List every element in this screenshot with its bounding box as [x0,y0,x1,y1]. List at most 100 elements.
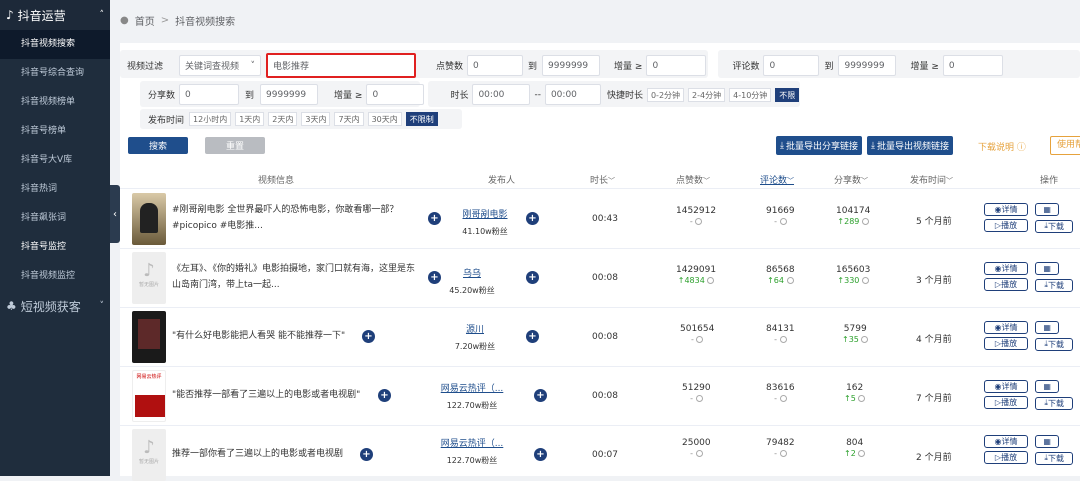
keyword-input[interactable]: 电影推荐 [266,53,417,78]
sidebar-item-bigv-library[interactable]: 抖音号大V库 [0,146,110,175]
publish-30d[interactable]: 30天内 [367,112,402,126]
download-button[interactable]: ⤓ 下载 [1035,396,1074,410]
quick-duration-unlimited[interactable]: 不限 [775,87,800,102]
sidebar-item-video-search[interactable]: 抖音视频搜索 [0,30,110,59]
video-thumbnail[interactable]: 网易云热评 [132,370,166,422]
publisher-link[interactable]: 乌乌 [432,266,512,279]
collapse-sidebar-button[interactable]: ‹ [110,185,120,243]
add-publisher-icon[interactable]: + [526,271,539,284]
thumbnail-caption: 暂无图片 [138,282,159,288]
usage-help-button[interactable]: 使用帮 [1050,136,1080,155]
sidebar-item-rising-words[interactable]: 抖音飙张词 [0,204,110,233]
add-video-icon[interactable]: + [378,389,391,402]
export-video-links-button[interactable]: ⤓ 批量导出视频链接 [867,136,953,155]
comments-max-input[interactable]: 9999999 [838,55,897,76]
download-button[interactable]: ⤓ 下载 [1035,451,1074,465]
sidebar-item-video-monitor[interactable]: 抖音视频监控 [0,262,110,291]
publish-3d[interactable]: 3天内 [301,112,331,126]
qrcode-button[interactable]: ▦ [1035,262,1060,275]
video-thumbnail[interactable] [132,311,166,363]
col-duration[interactable]: 时长﹀ [590,173,615,186]
detail-button[interactable]: ◉ 详情 [984,435,1028,448]
likes-max-input[interactable]: 9999999 [542,55,601,76]
qrcode-button[interactable]: ▦ [1035,321,1060,334]
publish-7d[interactable]: 7天内 [334,112,364,126]
clock-icon [695,218,703,225]
shares-increment-input[interactable]: 0 [366,84,425,105]
publish-12h[interactable]: 12小时内 [189,112,232,126]
video-thumbnail[interactable]: ♪ 暂无图片 [132,252,166,304]
search-button[interactable]: 搜索 [128,137,188,154]
play-button[interactable]: ▷ 播放 [984,219,1028,232]
col-likes[interactable]: 点赞数﹀ [676,173,710,186]
qrcode-button[interactable]: ▦ [1035,203,1060,216]
publish-time-label: 发布时间 [148,115,185,126]
quick-duration-4-10[interactable]: 4-10分钟 [729,87,772,102]
detail-button[interactable]: ◉ 详情 [984,321,1028,334]
qrcode-button[interactable]: ▦ [1035,435,1060,448]
reset-button[interactable]: 重置 [205,137,265,154]
export-share-links-button[interactable]: ⤓ 批量导出分享链接 [776,136,862,155]
publisher-link[interactable]: 刚哥剐电影 [445,207,525,220]
play-button[interactable]: ▷ 播放 [984,337,1028,350]
comments-value: 83616 [766,383,795,393]
sidebar-section-douyin[interactable]: ♪ 抖音运营 ˄ [0,0,110,30]
duration-start-input[interactable]: 00:00 [472,84,531,105]
publisher-link[interactable]: 网易云热评（... [432,436,512,449]
add-publisher-icon[interactable]: + [534,389,547,402]
detail-button[interactable]: ◉ 详情 [984,203,1028,216]
shares-min-input[interactable]: 0 [179,84,240,105]
play-button[interactable]: ▷ 播放 [984,278,1028,291]
play-button[interactable]: ▷ 播放 [984,396,1028,409]
publish-2d[interactable]: 2天内 [268,112,298,126]
likes-increment: - [690,449,693,458]
add-video-icon[interactable]: + [362,330,375,343]
sidebar-item-hot-words[interactable]: 抖音热词 [0,175,110,204]
likes-min-input[interactable]: 0 [467,55,524,76]
comments-increment-input[interactable]: 0 [942,55,1003,76]
publisher-fans: 122.70w粉丝 [446,456,498,465]
duration-end-input[interactable]: 00:00 [544,84,601,105]
comments-cell: 84131- [766,324,795,344]
qrcode-button[interactable]: ▦ [1035,380,1060,393]
quick-duration-2-4[interactable]: 2-4分钟 [688,87,726,102]
clock-icon [858,395,866,402]
breadcrumb-home[interactable]: 首页 [135,13,155,28]
publish-unlimited[interactable]: 不限制 [405,112,438,126]
col-publish-time[interactable]: 发布时间﹀ [910,173,953,186]
video-thumbnail[interactable]: ♪ 暂无图片 [132,429,166,481]
shares-max-input[interactable]: 9999999 [260,84,319,105]
download-button[interactable]: ⤓ 下载 [1035,219,1074,233]
clock-icon [695,450,703,457]
video-thumbnail[interactable] [132,193,166,245]
likes-cell: 501654- [680,324,714,344]
col-shares[interactable]: 分享数﹀ [834,173,868,186]
download-button[interactable]: ⤓ 下载 [1035,278,1074,292]
add-publisher-icon[interactable]: + [526,330,539,343]
add-video-icon[interactable]: + [428,212,441,225]
mode-select[interactable]: 关键词查视频 ˅ [179,55,262,76]
sidebar-item-video-ranking[interactable]: 抖音视频榜单 [0,88,110,117]
download-button[interactable]: ⤓ 下载 [1035,337,1074,351]
publisher-link[interactable]: 源川 [435,322,515,335]
shares-cell: 165603 ↑330 [836,265,870,285]
likes-increment-input[interactable]: 0 [646,55,707,76]
add-video-icon[interactable]: + [360,448,373,461]
detail-button[interactable]: ◉ 详情 [984,380,1028,393]
detail-button[interactable]: ◉ 详情 [984,262,1028,275]
table-row: ♪ 暂无图片 《左耳》、《你的婚礼》电影拍摄地，家门口就有海，这里是东山岛南门湾，… [120,249,1080,308]
publish-1d[interactable]: 1天内 [235,112,265,126]
download-help-link[interactable]: 下载说明 ⓘ [978,140,1026,153]
sidebar-item-account-query[interactable]: 抖音号综合查询 [0,59,110,88]
play-button[interactable]: ▷ 播放 [984,451,1028,464]
sidebar-item-account-monitor[interactable]: 抖音号监控 [0,233,110,262]
add-publisher-icon[interactable]: + [526,212,539,225]
quick-duration-0-2[interactable]: 0-2分钟 [646,87,685,102]
sidebar-section-acquisition[interactable]: ♣ 短视频获客 ˅ [0,291,110,321]
col-comments[interactable]: 评论数﹀ [760,173,794,186]
comments-min-input[interactable]: 0 [763,55,820,76]
sidebar-item-account-ranking[interactable]: 抖音号榜单 [0,117,110,146]
add-publisher-icon[interactable]: + [534,448,547,461]
publisher-link[interactable]: 网易云热评（... [432,381,512,394]
comments-cell: 83616- [766,383,795,403]
